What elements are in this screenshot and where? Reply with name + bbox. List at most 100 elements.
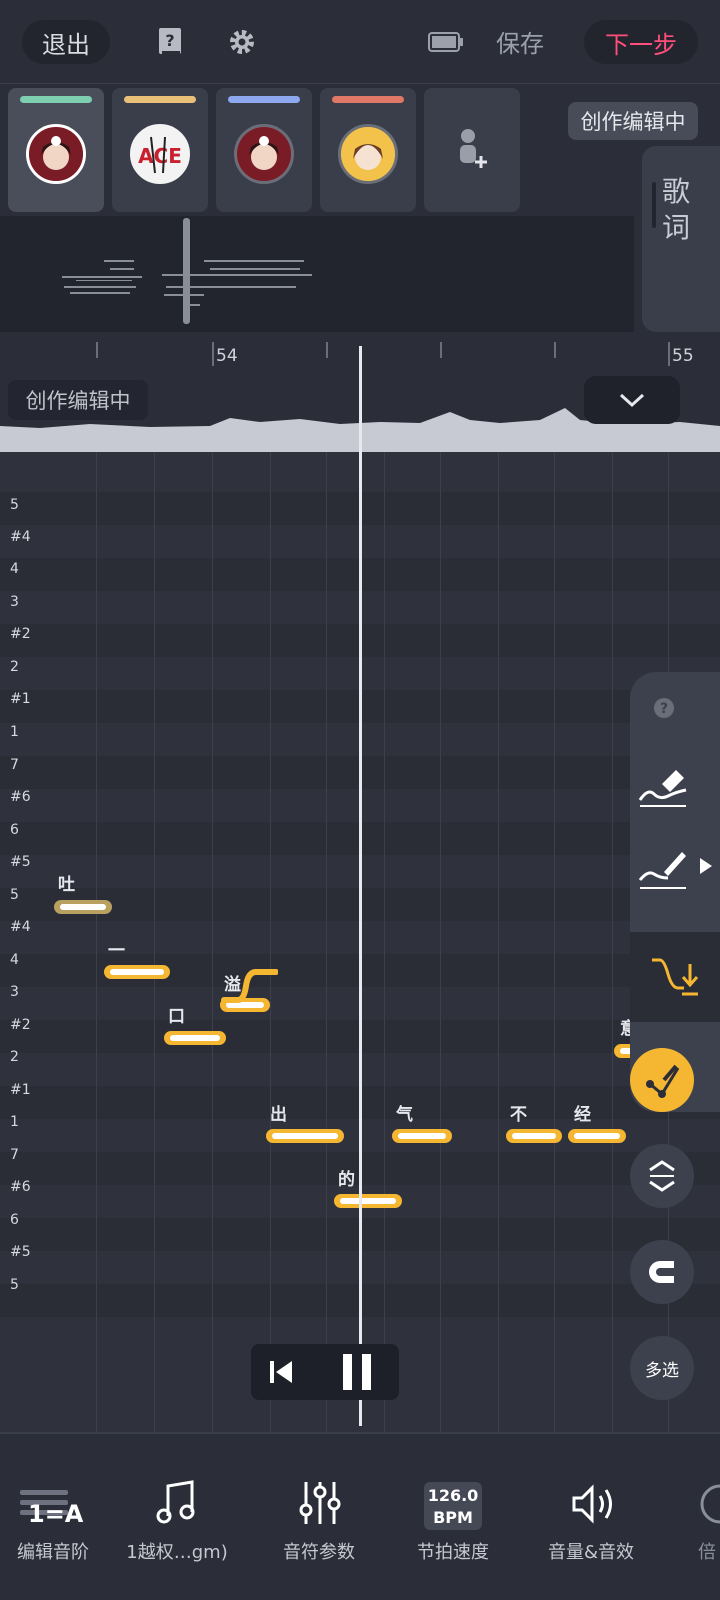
pitch-label: #2 [10, 626, 31, 642]
note-block[interactable] [568, 1129, 626, 1143]
help-icon[interactable]: ? [652, 696, 676, 720]
pitch-snap-tool[interactable] [630, 932, 720, 1022]
chevron-down-icon [619, 393, 645, 408]
svg-text:?: ? [165, 31, 174, 50]
singer-color-bar [124, 96, 196, 103]
lyrics-tab-label: 歌词 [662, 175, 691, 244]
next-step-button[interactable]: 下一步 [584, 20, 698, 64]
note-block[interactable] [104, 965, 170, 979]
pitch-label: 6 [10, 1212, 19, 1228]
skip-back-icon[interactable] [265, 1356, 297, 1388]
save-button[interactable]: 保存 [496, 24, 544, 59]
pitch-label: 2 [10, 659, 19, 675]
pitch-label: 1 [10, 1114, 19, 1130]
speed-label: 倍 [698, 1542, 716, 1563]
speed-button[interactable]: 倍 [654, 1434, 720, 1564]
music-note-icon [156, 1480, 195, 1524]
ruler-tick [440, 342, 442, 358]
tool-panel: ? [630, 672, 720, 1112]
note-lyric: 经 [574, 1105, 591, 1125]
pitch-label: 4 [10, 561, 19, 577]
timeline-status-chip: 创作编辑中 [8, 380, 148, 420]
lyrics-tab[interactable]: 歌词 [642, 146, 720, 332]
volume-effects-button[interactable]: 音量&音效 [526, 1434, 656, 1564]
beat-line [326, 452, 327, 1432]
ruler-tick [212, 342, 214, 366]
svg-text:ACE: ACE [138, 144, 182, 168]
note-block[interactable] [54, 900, 112, 914]
help-book-icon[interactable]: ? [156, 26, 184, 58]
beat-line [154, 452, 155, 1432]
pitch-label: 3 [10, 984, 19, 1000]
sliders-icon [299, 1482, 341, 1524]
beat-line [384, 452, 385, 1432]
singer-card-1[interactable] [8, 88, 104, 212]
pitch-label: #4 [10, 919, 31, 935]
ruler-tick [668, 342, 670, 366]
scale-key-badge: 1=A [28, 1500, 84, 1528]
pitch-line-edit-icon [646, 1064, 680, 1098]
beat-line [498, 452, 499, 1432]
note-lyric: 不 [510, 1105, 527, 1125]
bpm-badge: 126.0 BPM [424, 1482, 482, 1530]
bottom-toolbar: 1=A 编辑音阶 1越权…gm) 音符参数 126.0 BPM 节拍速度 音量&… [0, 1432, 720, 1600]
note-block[interactable] [506, 1129, 562, 1143]
speed-dial-icon [700, 1484, 720, 1524]
note-block[interactable] [392, 1129, 452, 1143]
pitch-label: #6 [10, 1179, 31, 1195]
pitch-curve [221, 969, 278, 1003]
note-block[interactable] [334, 1194, 402, 1208]
erase-pitch-icon[interactable] [638, 760, 688, 810]
beat-line [554, 452, 555, 1432]
note-block[interactable] [266, 1129, 344, 1143]
collapse-button[interactable] [584, 376, 680, 424]
pitch-label: 3 [10, 594, 19, 610]
edit-scale-button[interactable]: 1=A 编辑音阶 [0, 1434, 118, 1564]
note-lyric: 口 [168, 1007, 185, 1027]
add-singer-button[interactable] [424, 88, 520, 212]
note-block[interactable] [164, 1031, 226, 1045]
beat-line [270, 452, 271, 1432]
pitch-label: 5 [10, 887, 19, 903]
note-lyric: 出 [270, 1105, 287, 1125]
waveform-overview[interactable] [0, 216, 634, 332]
note-lyric: 的 [338, 1170, 355, 1190]
pitch-label: #2 [10, 1017, 31, 1033]
pitch-label: 5 [10, 497, 19, 513]
edit-scale-label: 编辑音阶 [17, 1542, 89, 1563]
settings-gear-icon[interactable] [226, 26, 258, 58]
vertical-zoom-button[interactable] [630, 1144, 694, 1208]
song-button[interactable]: 1越权…gm) [112, 1434, 242, 1564]
note-lyric: 吐 [58, 875, 75, 895]
note-lyric: 一 [108, 941, 125, 961]
note-lyric: 气 [396, 1105, 413, 1125]
pitch-edit-fab[interactable] [630, 1048, 694, 1112]
tempo-button[interactable]: 126.0 BPM 节拍速度 [388, 1434, 518, 1564]
singer-avatar-ace-logo: ACE [130, 124, 190, 184]
singer-avatar [234, 124, 294, 184]
pause-icon[interactable] [339, 1354, 375, 1390]
singer-card-3[interactable] [216, 88, 312, 212]
bpm-unit: BPM [433, 1508, 473, 1527]
battery-icon [428, 30, 464, 54]
pitch-label: #5 [10, 854, 31, 870]
singer-card-4[interactable] [320, 88, 416, 212]
playhead[interactable] [359, 346, 362, 1426]
ruler-label-54: 54 [216, 346, 238, 366]
exit-button[interactable]: 退出 [22, 20, 110, 64]
song-name-label: 1越权…gm) [126, 1542, 228, 1563]
ruler-tick [96, 342, 98, 358]
pitch-label: #5 [10, 1244, 31, 1260]
singer-card-2[interactable]: ACE [112, 88, 208, 212]
snap-magnet-button[interactable] [630, 1240, 694, 1304]
multiselect-button[interactable]: 多选 [630, 1336, 694, 1400]
vertical-fit-icon [649, 1160, 675, 1192]
pitch-label: 5 [10, 1277, 19, 1293]
draw-pitch-icon[interactable] [638, 842, 688, 892]
expand-arrow-icon[interactable] [698, 856, 714, 876]
editing-status-chip: 创作编辑中 [568, 102, 698, 140]
pitch-snap-icon [652, 958, 699, 996]
magnet-icon [649, 1261, 674, 1283]
tempo-label: 节拍速度 [417, 1542, 489, 1563]
note-params-button[interactable]: 音符参数 [254, 1434, 384, 1564]
